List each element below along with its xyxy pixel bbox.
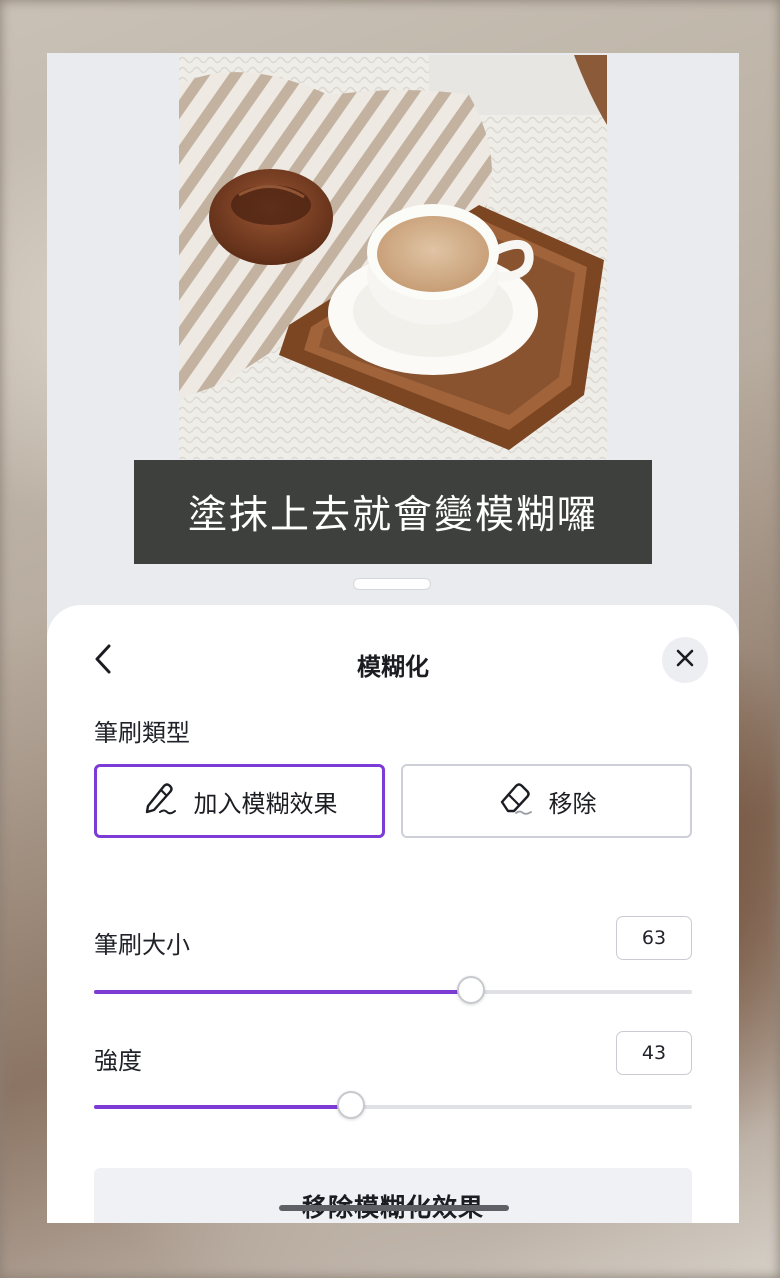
editor-screen: 塗抹上去就會變模糊囉 模糊化 筆刷類型 加入模糊效果 移除 筆刷大小 63 強度… xyxy=(47,53,739,1223)
add-blur-button[interactable]: 加入模糊效果 xyxy=(94,764,385,838)
close-button[interactable] xyxy=(662,637,708,683)
caption-banner: 塗抹上去就會變模糊囉 xyxy=(134,460,652,564)
intensity-value[interactable]: 43 xyxy=(616,1031,692,1075)
close-icon xyxy=(675,648,695,672)
home-indicator xyxy=(279,1205,509,1211)
intensity-thumb[interactable] xyxy=(337,1091,366,1119)
intensity-value-text: 43 xyxy=(641,1042,667,1064)
add-blur-label: 加入模糊效果 xyxy=(193,789,338,818)
caption-text: 塗抹上去就會變模糊囉 xyxy=(187,493,598,538)
edited-photo[interactable] xyxy=(179,55,607,459)
panel-title: 模糊化 xyxy=(357,653,429,681)
brush-size-value[interactable]: 63 xyxy=(616,916,692,960)
sheet-drag-handle[interactable] xyxy=(353,578,431,590)
blur-tool-panel: 模糊化 筆刷類型 加入模糊效果 移除 筆刷大小 63 強度 43 移除模糊化效果 xyxy=(47,605,739,1223)
brush-size-slider[interactable] xyxy=(94,976,692,1004)
brush-size-fill xyxy=(94,990,471,994)
intensity-label: 強度 xyxy=(94,1047,142,1075)
brush-size-value-text: 63 xyxy=(641,927,667,949)
remove-blur-effect-button[interactable]: 移除模糊化效果 xyxy=(94,1168,692,1223)
brush-icon xyxy=(142,780,180,822)
brush-type-label: 筆刷類型 xyxy=(94,719,190,747)
remove-brush-label: 移除 xyxy=(548,789,597,818)
intensity-slider[interactable] xyxy=(94,1091,692,1119)
intensity-fill xyxy=(94,1105,352,1109)
eraser-icon xyxy=(497,780,535,822)
brush-size-label: 筆刷大小 xyxy=(94,931,190,959)
remove-brush-button[interactable]: 移除 xyxy=(401,764,692,838)
brush-size-thumb[interactable] xyxy=(456,976,485,1004)
